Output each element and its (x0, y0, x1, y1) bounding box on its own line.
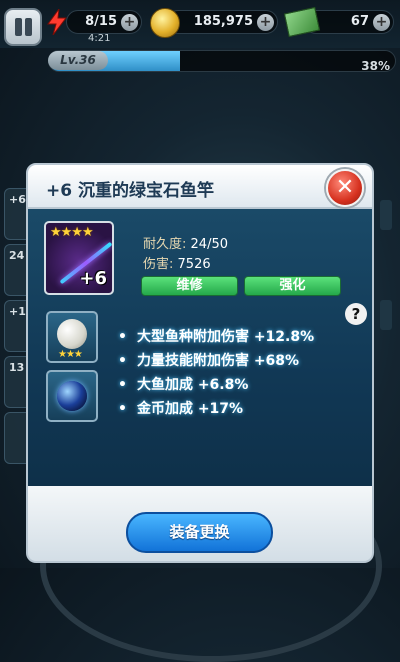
add-coins-button[interactable]: + (257, 14, 274, 31)
rod-info-dialog: +6 沉重的绿宝石鱼竿 ✕ ★★★★ +6 耐久度: 24/50 伤害: 752… (26, 163, 374, 563)
damage-value: 7526 (177, 257, 211, 272)
side-marker (380, 300, 392, 330)
close-button[interactable]: ✕ (326, 169, 364, 207)
energy-timer: 4:21 (88, 33, 111, 44)
help-icon[interactable]: ? (345, 303, 367, 325)
side-marker (380, 200, 392, 230)
energy-value: 8/15 (85, 14, 117, 29)
close-icon: ✕ (335, 175, 355, 200)
cash-value: 67 (350, 14, 369, 29)
coin-value: 185,975 (193, 14, 253, 29)
top-hud: 8/15 + 4:21 185,975 + 67 + (0, 0, 400, 48)
repair-button[interactable]: 维修 (141, 276, 238, 296)
item-level: +6 (79, 268, 107, 289)
durability-label: 耐久度: (143, 237, 187, 252)
pearl-stars: ★★★ (58, 349, 83, 360)
pause-bar (25, 18, 32, 36)
level-badge: Lv.36 (48, 51, 108, 70)
pearl-slot[interactable]: ★★★ (46, 311, 98, 363)
item-stars: ★★★★ (50, 225, 94, 240)
pause-button[interactable] (4, 8, 42, 46)
orb-slot[interactable] (46, 370, 98, 422)
dialog-title: +6 沉重的绿宝石鱼竿 (46, 181, 214, 201)
energy-counter: 8/15 + (66, 10, 142, 34)
damage-label: 伤害: (143, 257, 174, 272)
add-energy-button[interactable]: + (121, 14, 138, 31)
bonus-line: • 力量技能附加伤害 +68% (118, 353, 300, 369)
bonus-line: • 大鱼加成 +6.8% (118, 377, 249, 393)
change-equipment-button[interactable]: 装备更换 (126, 512, 273, 553)
dark-orb-icon (57, 381, 87, 411)
bonus-line: • 大型鱼种附加伤害 +12.8% (118, 329, 315, 345)
lightning-icon (47, 9, 68, 35)
coin-counter: 185,975 + (166, 10, 278, 34)
dialog-header: +6 沉重的绿宝石鱼竿 ✕ (26, 163, 374, 209)
enhance-button[interactable]: 强化 (244, 276, 341, 296)
pause-bar (15, 18, 22, 36)
durability-row: 耐久度: 24/50 (143, 233, 228, 252)
fishing-rod-item[interactable]: ★★★★ +6 (44, 221, 114, 295)
damage-row: 伤害: 7526 (143, 253, 211, 272)
level-percent: 38% (361, 59, 390, 73)
bonus-line: • 金币加成 +17% (118, 401, 244, 417)
coin-icon (150, 8, 180, 38)
add-cash-button[interactable]: + (373, 14, 390, 31)
pearl-icon (57, 319, 87, 349)
durability-value: 24/50 (190, 237, 228, 252)
